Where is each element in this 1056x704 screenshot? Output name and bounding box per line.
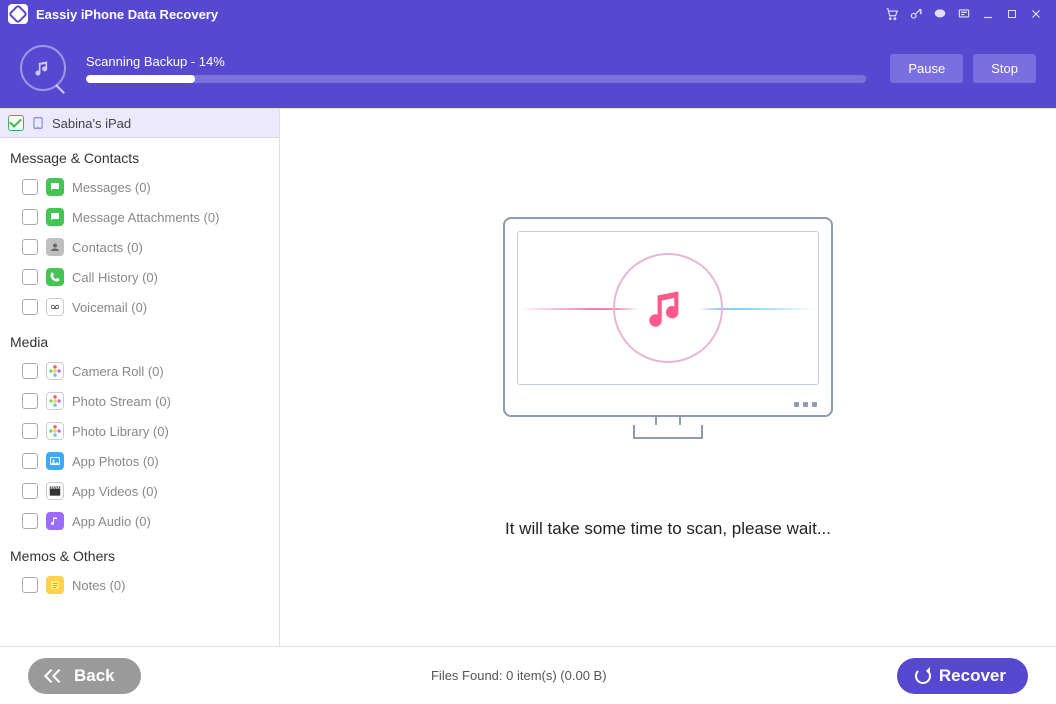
app-title: Eassiy iPhone Data Recovery [36,7,218,22]
item-label: App Videos (0) [72,484,158,499]
recover-label: Recover [939,666,1006,686]
feedback-icon[interactable] [952,4,976,24]
monitor-dots [794,402,817,407]
flower-icon [46,422,64,440]
progress-fill [86,75,195,83]
clap-icon [46,482,64,500]
group-header: Message & Contacts [0,138,279,172]
app-logo-icon [8,4,28,24]
call-icon [46,268,64,286]
chevron-left-icon [54,666,64,686]
list-item[interactable]: Photo Library (0) [0,416,279,446]
vm-icon [46,298,64,316]
titlebar: Eassiy iPhone Data Recovery [0,0,1056,28]
group-header: Media [0,322,279,356]
list-item[interactable]: Voicemail (0) [0,292,279,322]
body-area: Sabina's iPad Message & Contacts Messages… [0,108,1056,646]
flower-icon [46,362,64,380]
item-checkbox[interactable] [22,299,38,315]
refresh-icon [915,668,931,684]
stop-button[interactable]: Stop [973,54,1036,83]
list-item[interactable]: Notes (0) [0,570,279,600]
item-checkbox[interactable] [22,453,38,469]
scan-progress-block: Scanning Backup - 14% [86,54,870,83]
cart-icon[interactable] [880,4,904,24]
wait-message: It will take some time to scan, please w… [505,519,831,539]
item-checkbox[interactable] [22,423,38,439]
audio-icon [46,512,64,530]
recover-button[interactable]: Recover [897,658,1028,694]
flower-icon [46,392,64,410]
monitor-illustration [503,217,833,417]
item-label: Camera Roll (0) [72,364,164,379]
device-checkbox[interactable] [8,115,24,131]
item-checkbox[interactable] [22,179,38,195]
key-icon[interactable] [904,4,928,24]
progress-area: Scanning Backup - 14% Pause Stop [0,28,1056,108]
back-button[interactable]: Back [28,658,141,694]
list-item[interactable]: Contacts (0) [0,232,279,262]
main-content: It will take some time to scan, please w… [280,109,1056,646]
chat-icon[interactable] [928,4,952,24]
item-label: Messages (0) [72,180,151,195]
item-label: Photo Stream (0) [72,394,171,409]
item-checkbox[interactable] [22,577,38,593]
item-label: App Photos (0) [72,454,159,469]
item-label: Voicemail (0) [72,300,147,315]
ipad-icon [30,115,46,131]
item-label: Notes (0) [72,578,125,593]
item-checkbox[interactable] [22,239,38,255]
progress-bar [86,75,866,83]
msg-icon [46,208,64,226]
item-label: Call History (0) [72,270,158,285]
minimize-button[interactable] [976,4,1000,24]
list-item[interactable]: Messages (0) [0,172,279,202]
list-item[interactable]: App Photos (0) [0,446,279,476]
item-checkbox[interactable] [22,269,38,285]
list-item[interactable]: Call History (0) [0,262,279,292]
item-checkbox[interactable] [22,483,38,499]
msg-icon [46,178,64,196]
list-item[interactable]: App Audio (0) [0,506,279,536]
item-label: App Audio (0) [72,514,151,529]
item-label: Message Attachments (0) [72,210,219,225]
notes-icon [46,576,64,594]
music-note-icon [613,253,723,363]
close-button[interactable] [1024,4,1048,24]
item-checkbox[interactable] [22,513,38,529]
item-checkbox[interactable] [22,363,38,379]
contact-icon [46,238,64,256]
photo-icon [46,452,64,470]
item-label: Photo Library (0) [72,424,169,439]
item-label: Contacts (0) [72,240,143,255]
device-row[interactable]: Sabina's iPad [0,109,279,138]
item-checkbox[interactable] [22,209,38,225]
sidebar[interactable]: Sabina's iPad Message & Contacts Messages… [0,109,280,646]
scan-status-label: Scanning Backup - 14% [86,54,870,69]
list-item[interactable]: Message Attachments (0) [0,202,279,232]
item-checkbox[interactable] [22,393,38,409]
list-item[interactable]: Photo Stream (0) [0,386,279,416]
back-label: Back [74,666,115,686]
scan-music-icon [20,45,66,91]
list-item[interactable]: App Videos (0) [0,476,279,506]
footer-bar: Back Files Found: 0 item(s) (0.00 B) Rec… [0,646,1056,704]
maximize-button[interactable] [1000,4,1024,24]
list-item[interactable]: Camera Roll (0) [0,356,279,386]
device-name: Sabina's iPad [52,116,131,131]
files-found-status: Files Found: 0 item(s) (0.00 B) [141,668,897,683]
group-header: Memos & Others [0,536,279,570]
pause-button[interactable]: Pause [890,54,963,83]
